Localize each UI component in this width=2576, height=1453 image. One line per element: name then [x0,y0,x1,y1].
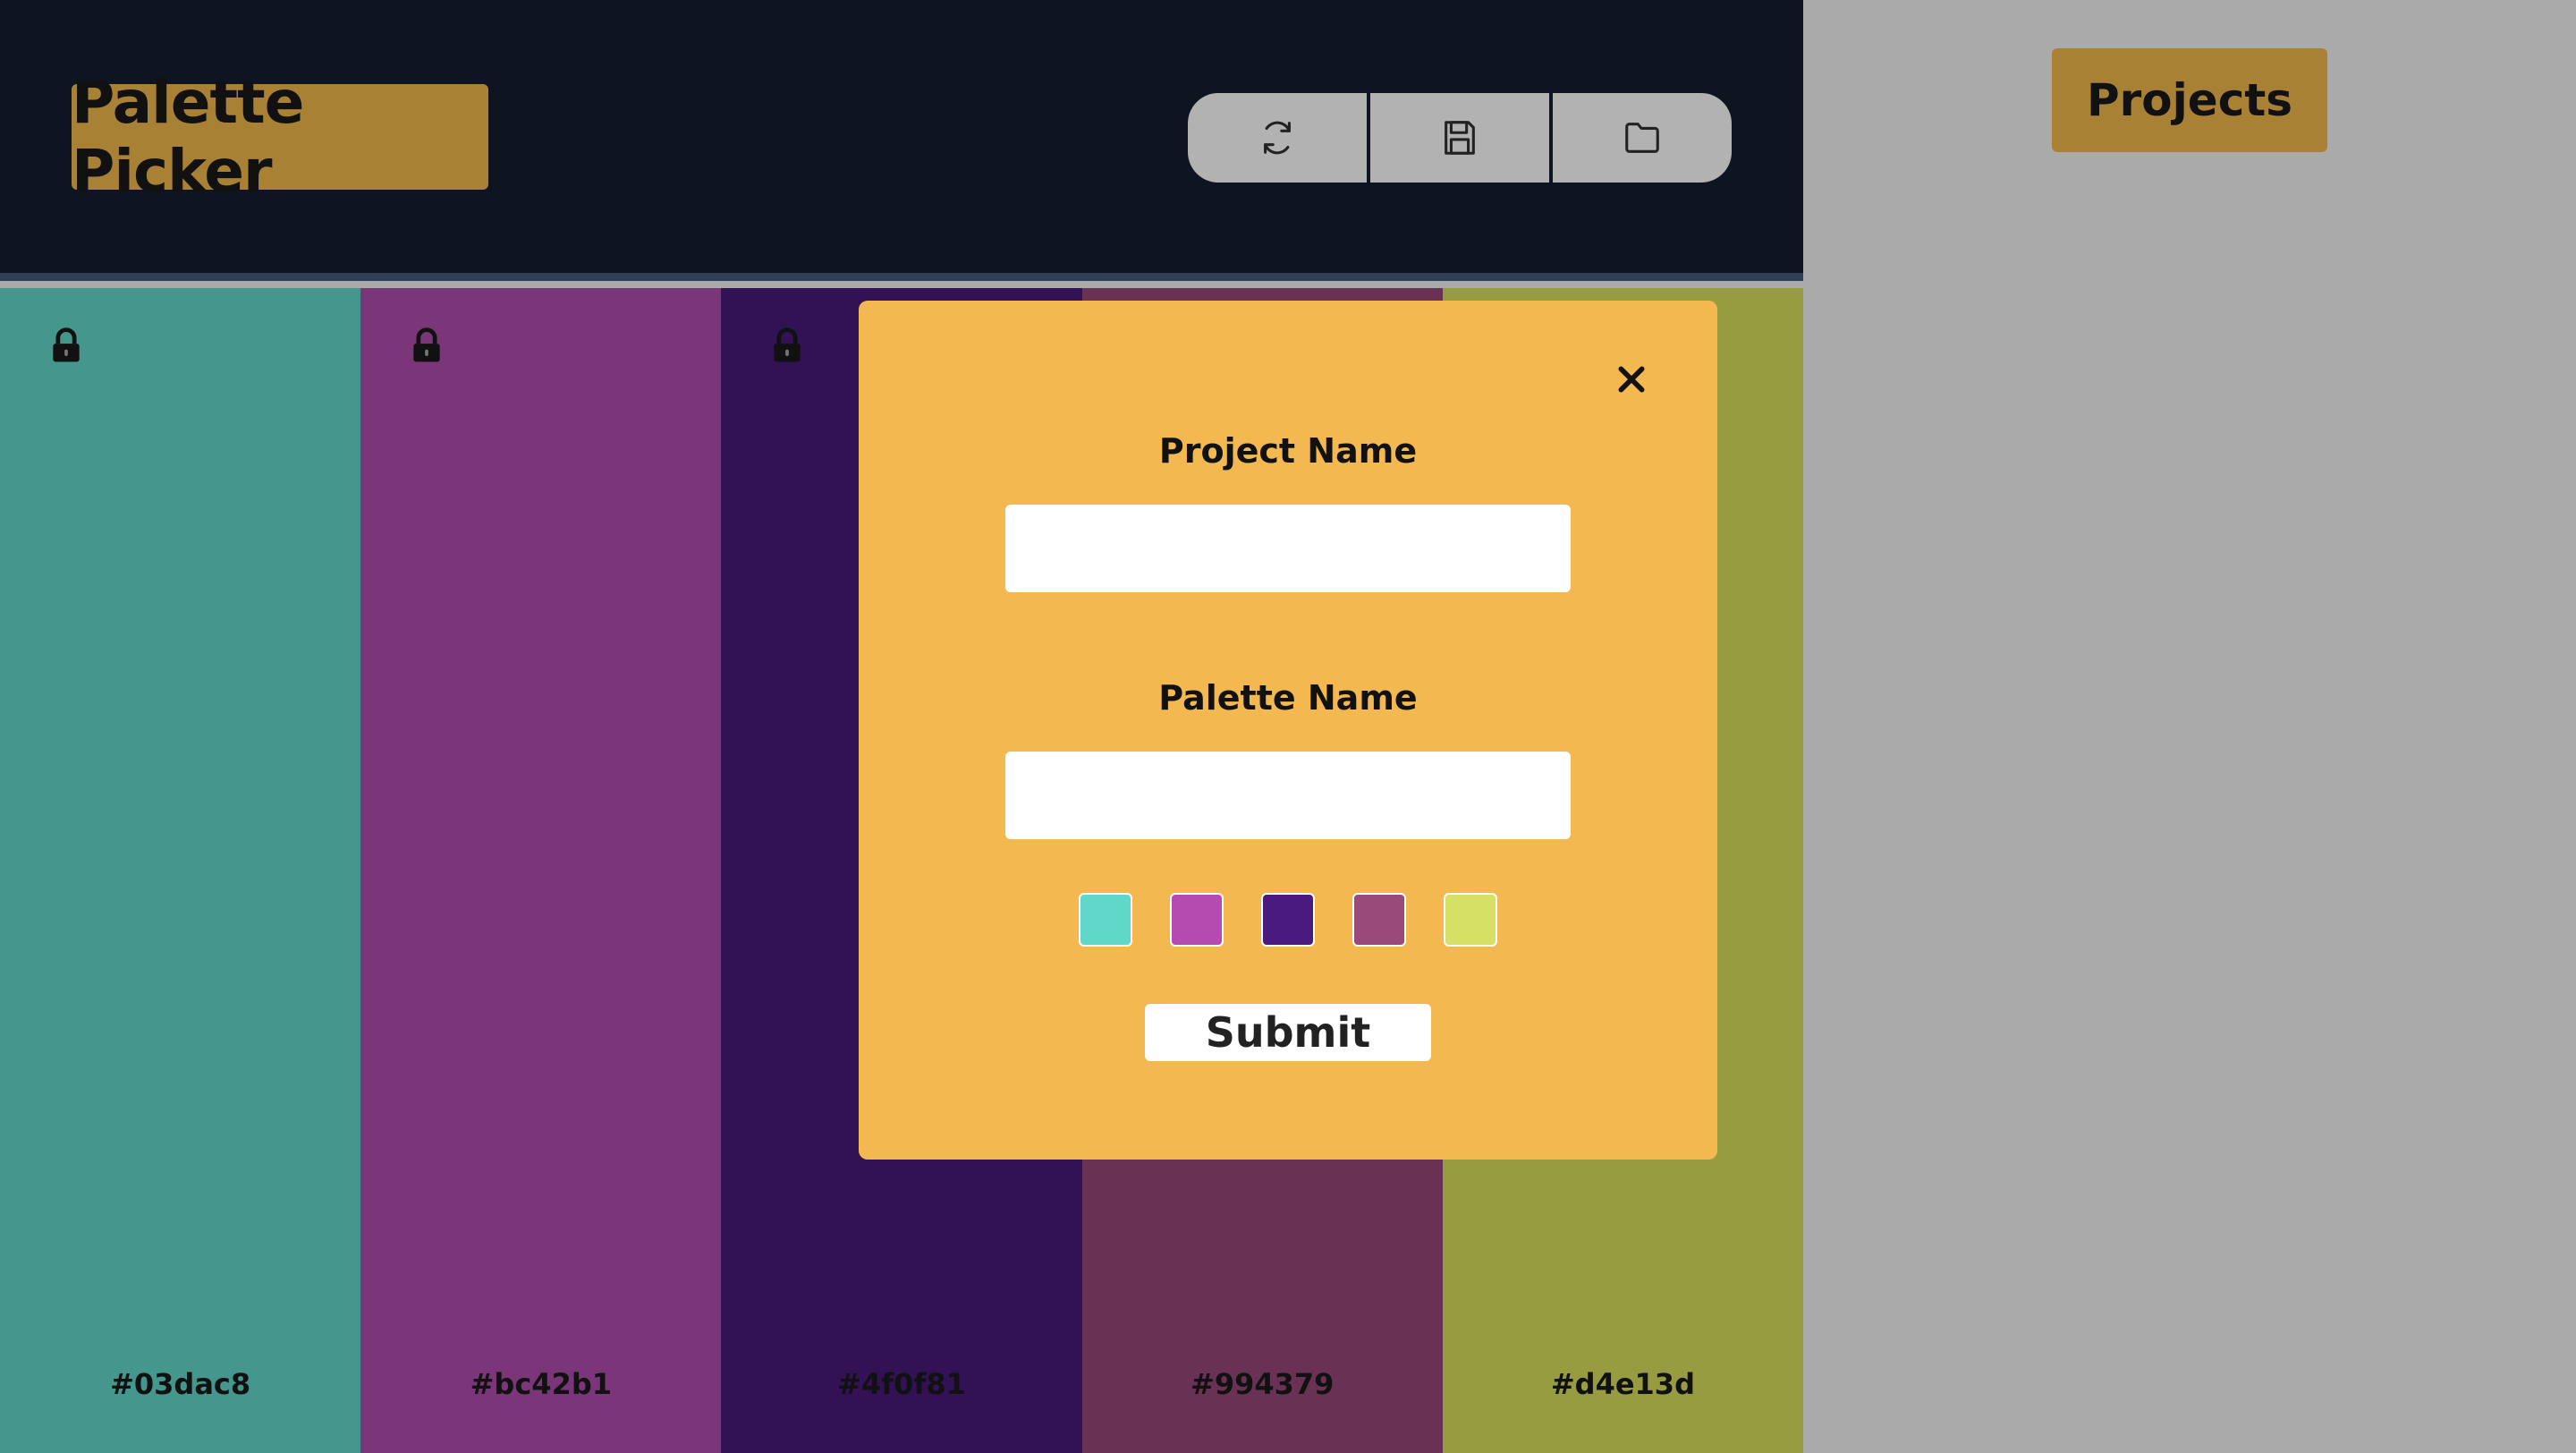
toolbar [1188,93,1732,183]
app-header: Palette Picker [0,0,1803,281]
project-name-input[interactable] [1005,505,1571,592]
save-palette-modal: Project Name Palette Name Submit [859,301,1717,1160]
hex-code: #d4e13d [1550,1367,1695,1401]
color-column: #03dac8 [0,288,361,1453]
close-icon [1618,366,1645,393]
regenerate-icon [1264,121,1291,155]
save-icon [1445,121,1475,155]
lock-icon[interactable] [47,326,86,365]
palette-preview [859,893,1717,947]
folder-icon [1625,123,1659,153]
palette-name-input[interactable] [1005,752,1571,839]
hex-code: #03dac8 [110,1367,251,1401]
hex-code: #4f0f81 [837,1367,966,1401]
open-folder-button[interactable] [1553,93,1732,183]
lock-icon[interactable] [407,326,446,365]
project-name-label: Project Name [1158,431,1418,471]
palette-workspace: Palette Picker #03dac8 #bc42b1 #4f0f81 #… [0,0,1803,1453]
regenerate-button[interactable] [1188,93,1367,183]
app-logo: Palette Picker [72,68,488,206]
palette-swatch [1444,893,1497,947]
palette-swatch [1079,893,1132,947]
projects-button[interactable]: Projects [2052,48,2327,152]
hex-code: #bc42b1 [470,1367,612,1401]
close-modal-button[interactable] [1608,356,1655,403]
color-column: #bc42b1 [360,288,722,1453]
palette-swatch [1261,893,1315,947]
palette-swatch [1352,893,1406,947]
palette-swatch [1170,893,1224,947]
save-palette-button[interactable] [1370,93,1549,183]
lock-icon[interactable] [767,326,807,365]
palette-name-label: Palette Name [1158,678,1418,718]
hex-code: #994379 [1191,1367,1335,1401]
submit-button[interactable]: Submit [1145,1004,1431,1061]
